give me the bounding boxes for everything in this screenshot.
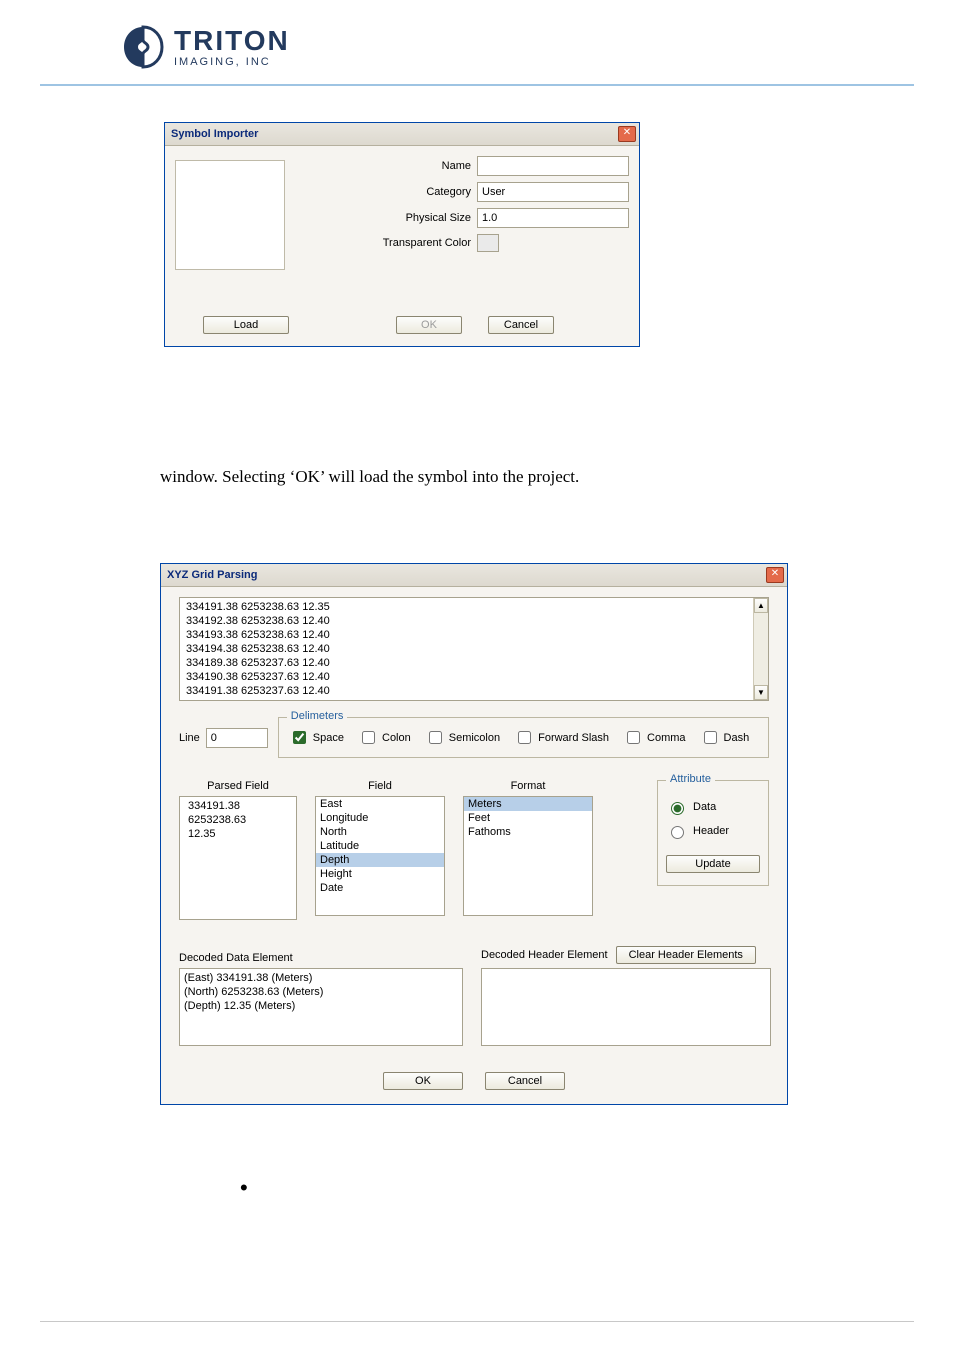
load-button[interactable]: Load [203,316,289,334]
delimiter-colon-checkbox[interactable]: Colon [358,728,411,747]
format-listbox[interactable]: MetersFeetFathoms [463,796,593,916]
logo: TRITON IMAGING, INC [120,24,954,70]
xyz-grid-parsing-dialog: XYZ Grid Parsing ✕ 334191.38 6253238.63 … [160,563,788,1105]
list-item[interactable]: Depth [316,853,444,867]
dialog-title: XYZ Grid Parsing [167,569,257,581]
decoded-data-header: Decoded Data Element [179,952,463,964]
decoded-data-box[interactable]: (East) 334191.38 (Meters)(North) 6253238… [179,968,463,1046]
symbol-preview [175,160,285,270]
list-item[interactable]: Latitude [316,839,444,853]
field-header: Field [315,780,445,792]
category-field[interactable] [477,182,629,202]
scrollbar[interactable]: ▲ ▼ [753,598,768,700]
raw-data-textarea[interactable]: 334191.38 6253238.63 12.35 334192.38 625… [179,597,769,701]
delimiter-comma-checkbox[interactable]: Comma [623,728,686,747]
header-divider [40,84,914,86]
bullet-point: • [240,1175,914,1201]
attribute-header-radio[interactable]: Header [666,823,760,839]
triton-logo-icon [120,24,166,70]
physical-size-label: Physical Size [291,212,477,224]
attribute-data-radio[interactable]: Data [666,799,760,815]
footer-divider [40,1321,914,1322]
name-field[interactable] [477,156,629,176]
attribute-group: Attribute Data Header Update [657,780,769,886]
delimiter-semicolon-checkbox[interactable]: Semicolon [425,728,500,747]
attribute-group-title: Attribute [666,773,715,785]
close-icon[interactable]: ✕ [766,567,784,583]
list-item[interactable]: Fathoms [464,825,592,839]
category-label: Category [291,186,477,198]
ok-button[interactable]: OK [396,316,462,334]
ok-button[interactable]: OK [383,1072,463,1090]
list-item[interactable]: 12.35 [184,827,292,841]
title-bar[interactable]: XYZ Grid Parsing ✕ [161,564,787,587]
list-item[interactable]: 334191.38 [184,799,292,813]
brand-name: TRITON [174,27,290,55]
transparent-color-label: Transparent Color [291,237,477,249]
parsed-field-header: Parsed Field [179,780,297,792]
clear-header-elements-button[interactable]: Clear Header Elements [616,946,756,964]
cancel-button[interactable]: Cancel [485,1072,565,1090]
list-item[interactable]: East [316,797,444,811]
physical-size-field[interactable] [477,208,629,228]
close-icon[interactable]: ✕ [618,126,636,142]
delimiter-space-checkbox[interactable]: Space [289,728,344,747]
format-header: Format [463,780,593,792]
symbol-importer-dialog: Symbol Importer ✕ Name Category [164,122,640,347]
decoded-header-header: Decoded Header Element [481,949,608,961]
scroll-down-icon[interactable]: ▼ [754,685,768,700]
dialog-title: Symbol Importer [171,128,258,140]
list-item[interactable]: 6253238.63 [184,813,292,827]
update-button[interactable]: Update [666,855,760,873]
scroll-up-icon[interactable]: ▲ [754,598,768,613]
list-item[interactable]: Meters [464,797,592,811]
delimiters-group: Delimeters SpaceColonSemicolonForward Sl… [278,717,769,758]
brand-tagline: IMAGING, INC [174,57,290,68]
parsed-field-listbox[interactable]: 334191.386253238.6312.35 [179,796,297,920]
transparent-color-swatch[interactable] [477,234,499,252]
delimiters-group-title: Delimeters [287,710,348,722]
field-listbox[interactable]: EastLongitudeNorthLatitudeDepthHeightDat… [315,796,445,916]
delimiter-forwardSlash-checkbox[interactable]: Forward Slash [514,728,609,747]
list-item[interactable]: Height [316,867,444,881]
body-paragraph: window. Selecting ‘OK’ will load the sym… [160,467,914,487]
decoded-header-box[interactable] [481,968,771,1046]
list-item[interactable]: Date [316,881,444,895]
page-header: TRITON IMAGING, INC [0,0,954,70]
name-label: Name [291,160,477,172]
line-label: Line [179,732,200,744]
list-item[interactable]: North [316,825,444,839]
cancel-button[interactable]: Cancel [488,316,554,334]
list-item[interactable]: Longitude [316,811,444,825]
line-field[interactable] [206,728,268,748]
title-bar[interactable]: Symbol Importer ✕ [165,123,639,146]
list-item[interactable]: Feet [464,811,592,825]
delimiter-dash-checkbox[interactable]: Dash [700,728,750,747]
